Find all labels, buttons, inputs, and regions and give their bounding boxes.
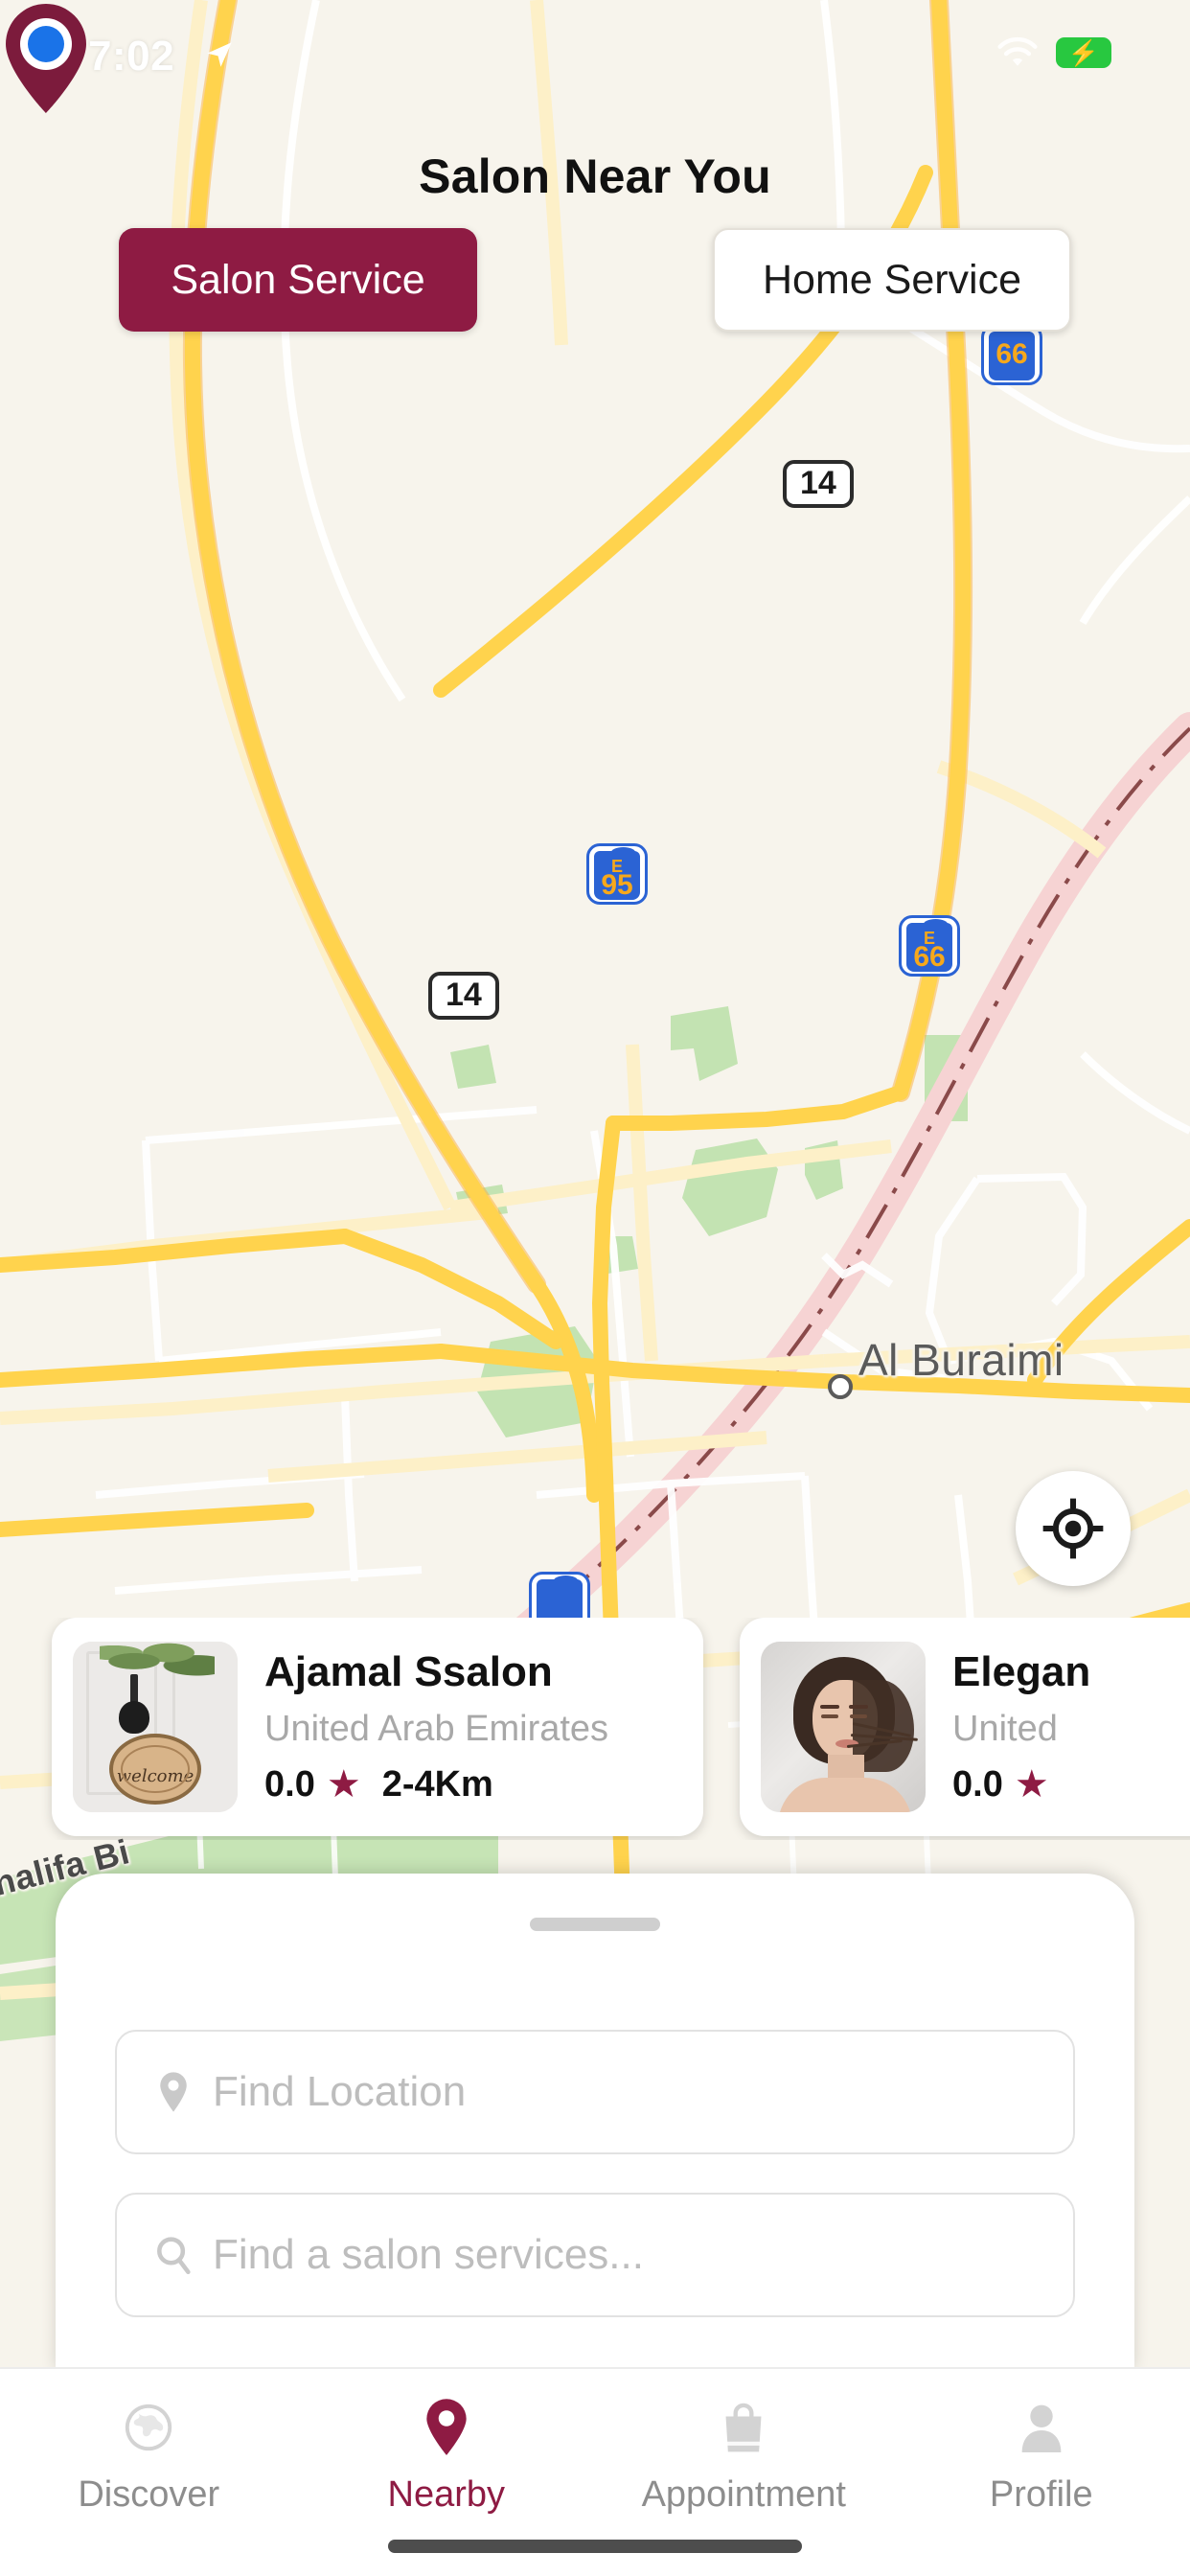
salon-distance: 2-4Km: [381, 1763, 493, 1805]
find-location-field[interactable]: Find Location: [115, 2030, 1075, 2154]
salon-name: Ajamal Ssalon: [264, 1648, 553, 1696]
salon-thumbnail: [761, 1642, 926, 1812]
salon-card[interactable]: welcome Ajamal Ssalon United Arab Emirat…: [52, 1618, 703, 1836]
nav-item-discover[interactable]: Discover: [0, 2369, 298, 2576]
salon-service-button[interactable]: Salon Service: [119, 228, 477, 332]
salon-info: Elegan United 0.0 ★: [952, 1648, 1090, 1805]
search-icon: [151, 2230, 195, 2280]
find-services-placeholder: Find a salon services...: [213, 2231, 644, 2278]
salon-meta: 0.0 ★ 2-4Km: [264, 1764, 608, 1806]
emirates-shield-icon: 66: [981, 324, 1042, 385]
shopping-bag-icon: [714, 2398, 773, 2457]
highway-shield-14-upper: 14: [783, 460, 854, 508]
salon-country: United: [952, 1708, 1058, 1749]
shield-number: 95: [601, 869, 633, 901]
find-location-placeholder: Find Location: [213, 2068, 467, 2115]
shield-number: 14: [428, 972, 499, 1020]
emirates-shield-icon: E 66: [899, 915, 960, 977]
bottom-sheet: Find Location Find a salon services...: [56, 1874, 1134, 2372]
phone-screen: Al Buraimi halifa Bi 66 14 E 95 E 66 14 …: [0, 0, 1190, 2576]
star-icon: ★: [1014, 1763, 1049, 1806]
map-pin-icon: [417, 2398, 476, 2457]
salon-rating: 0.0: [952, 1763, 1003, 1805]
highway-shield-66-top: 66: [981, 324, 1042, 385]
salon-thumbnail: welcome: [73, 1642, 238, 1812]
shield-number: 14: [783, 460, 854, 508]
find-services-field[interactable]: Find a salon services...: [115, 2193, 1075, 2317]
shield-number: 66: [995, 338, 1028, 370]
home-indicator[interactable]: [388, 2540, 802, 2553]
home-service-button[interactable]: Home Service: [713, 228, 1071, 332]
user-location-marker: [5, 3, 87, 114]
map-pin-icon: [151, 2067, 195, 2117]
salon-name: Elegan: [952, 1648, 1091, 1696]
highway-shield-14-lower: 14: [428, 972, 499, 1020]
shield-number: 66: [913, 941, 946, 973]
salon-card-carousel[interactable]: welcome Ajamal Ssalon United Arab Emirat…: [0, 1618, 1190, 1840]
page-title: Salon Near You: [419, 150, 771, 203]
globe-icon: [119, 2398, 178, 2457]
salon-info: Ajamal Ssalon United Arab Emirates 0.0 ★…: [264, 1648, 608, 1805]
nav-label-appointment: Appointment: [641, 2474, 846, 2515]
gps-crosshair-icon: [1042, 1498, 1104, 1559]
sheet-drag-handle[interactable]: [530, 1918, 660, 1931]
emirates-shield-icon: E 95: [586, 843, 648, 905]
salon-rating: 0.0: [264, 1763, 315, 1805]
salon-country: United Arab Emirates: [264, 1708, 609, 1749]
salon-card[interactable]: Elegan United 0.0 ★: [740, 1618, 1190, 1836]
locate-me-button[interactable]: [1016, 1471, 1131, 1586]
nav-label-profile: Profile: [989, 2474, 1093, 2515]
nav-label-nearby: Nearby: [387, 2474, 506, 2515]
nav-item-profile[interactable]: Profile: [893, 2369, 1190, 2576]
star-icon: ★: [326, 1763, 361, 1806]
highway-shield-e66: E 66: [899, 915, 960, 977]
service-type-toggle: Salon Service Home Service: [0, 228, 1190, 332]
city-marker-dot: [828, 1374, 853, 1399]
salon-meta: 0.0 ★: [952, 1764, 1090, 1806]
nav-label-discover: Discover: [78, 2474, 220, 2515]
highway-shield-e95: E 95: [586, 843, 648, 905]
person-icon: [1012, 2398, 1071, 2457]
